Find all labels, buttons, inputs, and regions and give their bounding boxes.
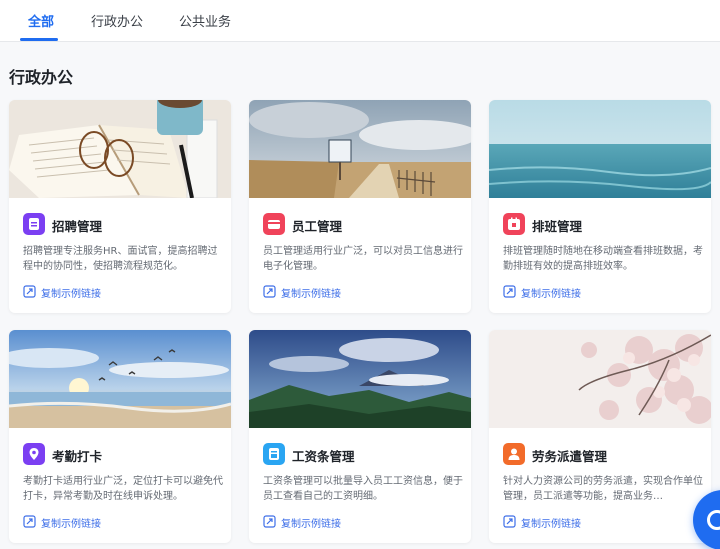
tab-all[interactable]: 全部 — [28, 11, 54, 30]
card-cover-image — [249, 330, 471, 428]
recruit-doc-icon — [23, 213, 45, 235]
top-tab-bar: 全部 行政办公 公共业务 — [0, 0, 720, 42]
copy-link-label: 复制示例链接 — [41, 519, 101, 530]
card-cover-image — [489, 100, 711, 198]
copy-link-label: 复制示例链接 — [521, 289, 581, 300]
active-tab-indicator — [20, 38, 58, 41]
card-description: 员工管理适用行业广泛，可以对员工信息进行电子化管理。 — [263, 246, 463, 272]
tab-public-business[interactable]: 公共业务 — [179, 11, 231, 30]
section-title: 行政办公 — [9, 68, 74, 87]
calendar-icon — [503, 213, 525, 235]
copy-link-label: 复制示例链接 — [41, 289, 101, 300]
app-card-recruitment[interactable]: 招聘管理 招聘管理专注服务HR、面试官，提高招聘过程中的协同性，使招聘流程规范化… — [9, 100, 231, 313]
card-description: 工资条管理可以批量导入员工工资信息，便于员工查看自己的工资明细。 — [263, 476, 463, 502]
card-description: 针对人力资源公司的劳务派遣，实现合作单位管理，员工派遣等功能，提高业务… — [503, 476, 703, 502]
card-description: 招聘管理专注服务HR、面试官，提高招聘过程中的协同性，使招聘流程规范化。 — [23, 246, 218, 272]
card-cover-image — [9, 330, 231, 428]
link-icon — [263, 515, 276, 528]
card-title: 员工管理 — [292, 219, 343, 234]
payslip-icon — [263, 443, 285, 465]
link-icon — [23, 515, 36, 528]
card-title: 招聘管理 — [52, 219, 103, 234]
tab-admin-office[interactable]: 行政办公 — [91, 11, 143, 30]
copy-link-label: 复制示例链接 — [281, 519, 341, 530]
copy-link-label: 复制示例链接 — [521, 519, 581, 530]
link-icon — [503, 285, 516, 298]
location-pin-icon — [23, 443, 45, 465]
copy-link-label: 复制示例链接 — [281, 289, 341, 300]
card-cover-image — [9, 100, 231, 198]
app-card-employee[interactable]: 员工管理 员工管理适用行业广泛，可以对员工信息进行电子化管理。 复制示例链接 — [249, 100, 471, 313]
employee-card-icon — [263, 213, 285, 235]
link-icon — [263, 285, 276, 298]
link-icon — [503, 515, 516, 528]
card-title: 排班管理 — [532, 219, 583, 234]
card-title: 工资条管理 — [292, 449, 355, 464]
card-cover-image — [489, 330, 711, 428]
app-card-labor-dispatch[interactable]: 劳务派遣管理 针对人力资源公司的劳务派遣，实现合作单位管理，员工派遣等功能，提高… — [489, 330, 711, 543]
app-card-scheduling[interactable]: 排班管理 排班管理随时随地在移动端查看排班数据，考勤排班有效的提高排班效率。 复… — [489, 100, 711, 313]
app-card-attendance[interactable]: 考勤打卡 考勤打卡适用行业广泛，定位打卡可以避免代打卡，异常考勤及时在线申诉处理… — [9, 330, 231, 543]
card-description: 考勤打卡适用行业广泛，定位打卡可以避免代打卡，异常考勤及时在线申诉处理。 — [23, 476, 223, 502]
card-cover-image — [249, 100, 471, 198]
card-title: 劳务派遣管理 — [532, 449, 608, 464]
person-icon — [503, 443, 525, 465]
app-card-payslip[interactable]: 工资条管理 工资条管理可以批量导入员工工资信息，便于员工查看自己的工资明细。 复… — [249, 330, 471, 543]
card-title: 考勤打卡 — [52, 449, 103, 464]
link-icon — [23, 285, 36, 298]
card-description: 排班管理随时随地在移动端查看排班数据，考勤排班有效的提高排班效率。 — [503, 246, 703, 272]
